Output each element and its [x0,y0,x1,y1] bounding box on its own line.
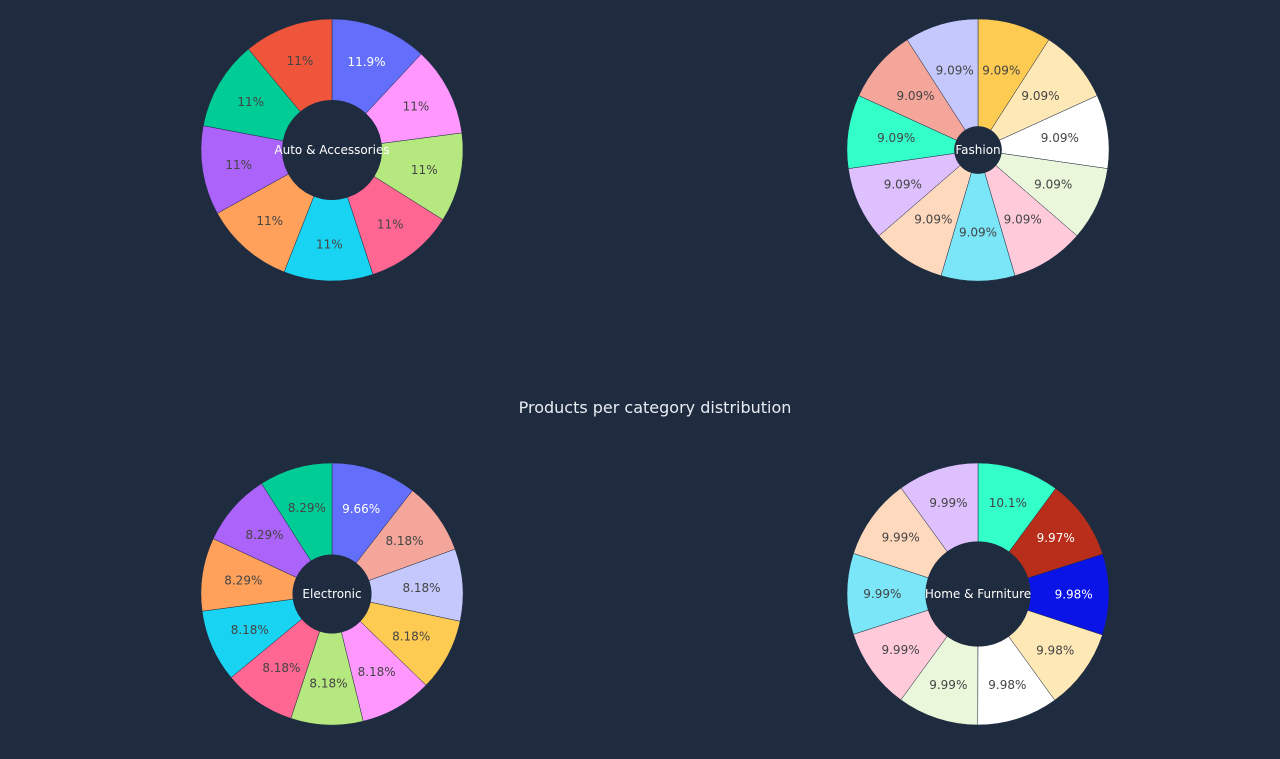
slice-percent-label: 11% [225,158,252,172]
slice-percent-label: 8.29% [245,528,283,542]
slice-percent-label: 11% [316,237,343,251]
slice-percent-label: 9.09% [896,89,934,103]
pie-chart-electronic: 9.66% 8.18% 8.18% 8.18% 8.18% 8.18% 8.18% 8.18%… [200,462,464,726]
slice-percent-label: 9.09% [884,177,922,191]
pie-center-label-fashion: Fashion [955,143,1000,157]
slice-percent-label: 9.99% [929,496,967,510]
slice-percent-label: 11% [377,217,404,231]
slice-percent-label: 8.18% [309,677,347,691]
slice-percent-label: 9.99% [882,531,920,545]
slice-percent-label: 8.18% [262,661,300,675]
pie-chart-fashion: 9.09%9.09%9.09%9.09%9.09%9.09%9.09%9.09%… [846,18,1110,282]
slice-percent-label: 9.98% [1055,587,1093,601]
slice-percent-label: 9.09% [914,213,952,227]
slice-percent-label: 11% [403,100,430,114]
slice-percent-label: 9.09% [1034,177,1072,191]
slice-percent-label: 9.09% [1021,89,1059,103]
slice-percent-label: 9.99% [863,587,901,601]
slice-percent-label: 9.66% [342,502,380,516]
slice-percent-label: 9.09% [877,131,915,145]
slice-percent-label: 8.18% [392,629,430,643]
slice-percent-label: 11% [411,163,438,177]
pie-chart-home-furniture: 10.1% 9.97% 9.98% 9.98% 9.98% 9.99% 9.99% 9.99%… [846,462,1110,726]
figure-title: Products per category distribution [519,398,792,417]
slice-percent-label: 9.09% [1004,213,1042,227]
pie-center-label-electronic: Electronic [302,587,361,601]
slice-percent-label: 8.18% [358,665,396,679]
slice-percent-label: 11% [287,54,314,68]
slice-percent-label: 10.1% [989,496,1027,510]
slice-percent-label: 9.99% [881,643,919,657]
slice-percent-label: 9.99% [929,678,967,692]
slice-percent-label: 8.29% [288,501,326,515]
pie-center-label-auto-and-accessories: Auto & Accessories [274,143,389,157]
slice-percent-label: 8.18% [402,581,440,595]
slice-percent-label: 11% [237,95,264,109]
slice-percent-label: 8.18% [385,534,423,548]
slice-percent-label: 9.98% [988,678,1026,692]
slice-percent-label: 9.98% [1036,643,1074,657]
slice-percent-label: 9.09% [936,64,974,78]
pie-charts-figure: Products per category distribution 11.9%… [200,18,1110,726]
slice-percent-label: 9.09% [959,226,997,240]
slice-percent-label: 11% [256,214,283,228]
slice-percent-label: 9.09% [1041,131,1079,145]
slice-percent-label: 9.97% [1037,531,1075,545]
slice-percent-label: 8.18% [231,623,269,637]
pie-chart-auto-accessories: 11.9% 11% 11% 11% 11% 11% 11% 11% 11% Auto & Acce… [200,18,464,282]
pie-center-label-home-and-furniture: Home & Furniture [925,587,1031,601]
slice-percent-label: 9.09% [982,64,1020,78]
slice-percent-label: 11.9% [347,55,385,69]
slice-percent-label: 8.29% [224,573,262,587]
